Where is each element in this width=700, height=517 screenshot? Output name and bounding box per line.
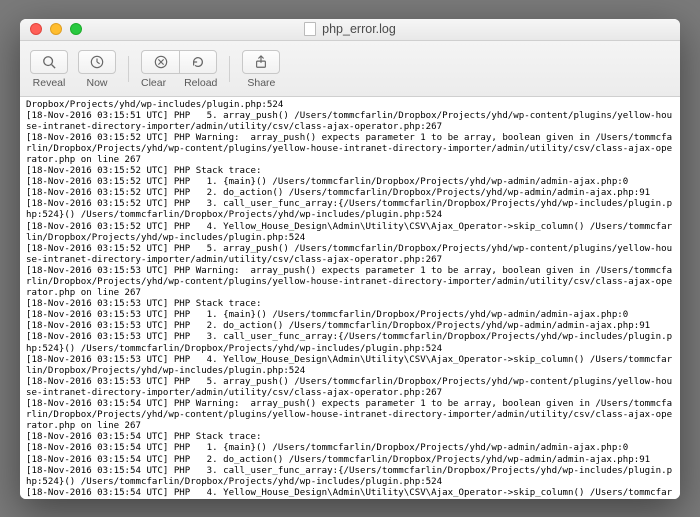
document-icon [304, 22, 316, 36]
toolbar-separator-2 [229, 56, 230, 82]
share-label: Share [247, 77, 275, 89]
log-content[interactable]: Dropbox/Projects/yhd/wp-includes/plugin.… [20, 97, 680, 499]
window-controls [20, 23, 82, 35]
titlebar[interactable]: php_error.log [20, 19, 680, 41]
reveal-label: Reveal [33, 77, 66, 89]
window-title: php_error.log [322, 22, 396, 36]
clock-icon [90, 55, 104, 69]
toolbar-separator [128, 56, 129, 82]
now-label: Now [86, 77, 107, 89]
reload-label: Reload [184, 77, 217, 89]
reload-button[interactable] [179, 50, 217, 74]
toolbar: Reveal Now Clear Reload [20, 41, 680, 97]
clear-button[interactable] [141, 50, 179, 74]
clear-icon [154, 55, 168, 69]
tb-share: Share [242, 50, 280, 89]
window-title-wrap: php_error.log [20, 22, 680, 36]
share-button[interactable] [242, 50, 280, 74]
maximize-icon[interactable] [70, 23, 82, 35]
magnifier-icon [42, 55, 56, 69]
close-icon[interactable] [30, 23, 42, 35]
tb-now: Now [78, 50, 116, 89]
share-icon [254, 55, 268, 69]
tb-reveal: Reveal [30, 50, 68, 89]
clear-label: Clear [141, 77, 166, 89]
reveal-button[interactable] [30, 50, 68, 74]
now-button[interactable] [78, 50, 116, 74]
minimize-icon[interactable] [50, 23, 62, 35]
tb-clear-reload: Clear Reload [141, 50, 217, 89]
app-window: php_error.log Reveal Now [20, 19, 680, 499]
reload-icon [191, 55, 205, 69]
